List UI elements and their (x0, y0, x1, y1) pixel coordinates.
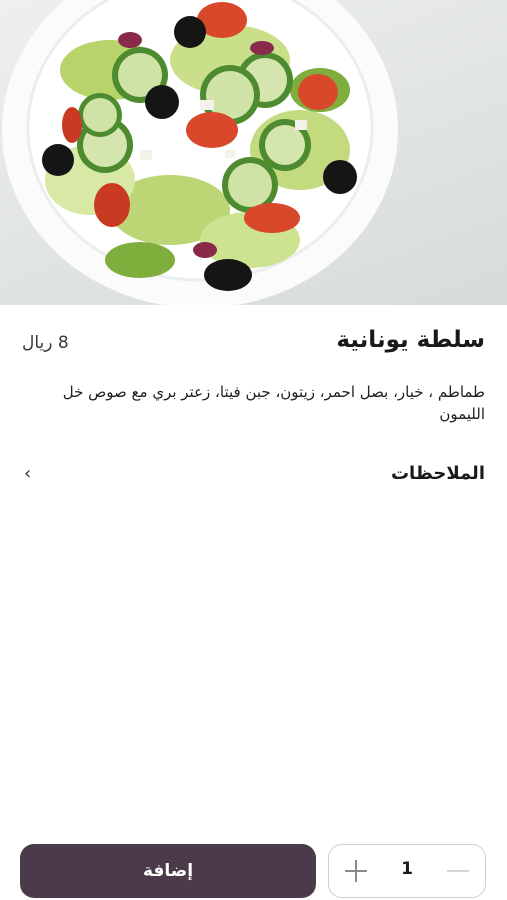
dish-photo (0, 0, 507, 305)
quantity-value: 1 (401, 859, 413, 879)
minus-icon[interactable] (443, 855, 473, 887)
item-price: 8 ريال (22, 333, 69, 353)
plus-icon[interactable] (341, 855, 371, 887)
notes-label: الملاحظات (390, 463, 485, 484)
quantity-stepper: 1 (328, 844, 486, 898)
chevron-right-icon: › (24, 463, 32, 484)
salad-bowl-image (2, 0, 398, 305)
item-title: سلطة يونانية (336, 327, 485, 353)
add-to-cart-button[interactable]: إضافة (20, 844, 316, 898)
notes-row[interactable]: الملاحظات › (22, 455, 485, 495)
item-description: طماطم ، خيار، بصل احمر، زيتون، جبن فيتا،… (62, 383, 485, 423)
title-row: سلطة يونانية 8 ريال (22, 327, 485, 363)
